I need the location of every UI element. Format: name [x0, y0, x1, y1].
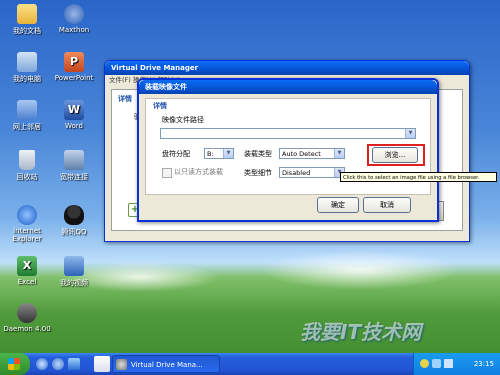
- drive-letter-value: B:: [207, 150, 214, 158]
- desktop-icon-my-videos[interactable]: 我的视频: [47, 256, 101, 288]
- quicklaunch-maxthon-icon[interactable]: [52, 358, 64, 370]
- mount-type-label: 装载类型: [244, 150, 272, 158]
- type-detail-label: 类型细节: [244, 169, 272, 177]
- desktop-icon-qq[interactable]: 腾讯QQ: [47, 205, 101, 237]
- excel-icon: X: [17, 256, 37, 276]
- show-desktop-icon[interactable]: [94, 356, 110, 372]
- quicklaunch-desktop-icon[interactable]: [68, 358, 80, 370]
- icon-label: 回收站: [16, 173, 38, 181]
- desktop-icon-recycle-bin[interactable]: 回收站: [0, 150, 54, 182]
- image-path-label: 映像文件路径: [162, 116, 204, 124]
- desktop-icon-word[interactable]: W Word: [47, 100, 101, 130]
- drive-assign-label: 盘符分配: [162, 150, 190, 158]
- drive-letter-combo[interactable]: B: ▼: [204, 148, 234, 159]
- qq-penguin-icon: [64, 205, 84, 225]
- video-icon: [64, 256, 84, 276]
- start-button[interactable]: [0, 353, 30, 375]
- icon-label: 我的视频: [60, 279, 88, 287]
- desktop-icon-my-documents[interactable]: 我的文档: [0, 4, 54, 36]
- chevron-down-icon[interactable]: ▼: [405, 129, 415, 138]
- icon-label: 我的文档: [13, 27, 41, 35]
- chevron-down-icon[interactable]: ▼: [334, 149, 344, 158]
- daemon-tools-icon: [17, 303, 37, 323]
- tray-icon[interactable]: [420, 359, 429, 368]
- maxthon-icon: [64, 4, 84, 24]
- task-label: Virtual Drive Mana...: [131, 361, 203, 369]
- chevron-down-icon[interactable]: ▼: [223, 149, 233, 158]
- image-path-combo[interactable]: ▼: [160, 128, 416, 139]
- type-detail-value: Disabled: [282, 169, 311, 177]
- folder-icon: [17, 4, 37, 24]
- network-icon: [17, 100, 37, 120]
- recycle-bin-icon: [19, 150, 35, 170]
- desktop-icon-powerpoint[interactable]: P PowerPoint: [47, 52, 101, 82]
- icon-label: PowerPoint: [54, 74, 94, 82]
- powerpoint-icon: P: [64, 52, 84, 72]
- broadband-connection-icon: [64, 150, 84, 170]
- word-icon: W: [64, 100, 84, 120]
- browse-button[interactable]: 浏览...: [372, 147, 418, 163]
- dialog-title: 装载映像文件: [145, 83, 187, 91]
- icon-label: 腾讯QQ: [61, 228, 87, 236]
- icon-label: Daemon 4.00: [3, 325, 51, 333]
- quicklaunch-browser-icon[interactable]: [36, 358, 48, 370]
- browse-tooltip: Click this to select an image file using…: [340, 172, 497, 182]
- details-label: 详情: [153, 102, 167, 110]
- internet-explorer-icon: [17, 205, 37, 225]
- window-title: Virtual Drive Manager: [111, 64, 199, 72]
- icon-label: Internet Explorer: [12, 227, 42, 243]
- system-tray: 23:15: [413, 353, 500, 375]
- watermark: 我要IT技术网: [300, 320, 422, 344]
- icon-label: Maxthon: [58, 26, 90, 34]
- desktop-icon-my-computer[interactable]: 我的电脑: [0, 52, 54, 84]
- desktop-icon-ie[interactable]: Internet Explorer: [0, 205, 54, 243]
- mount-type-value: Auto Detect: [282, 150, 321, 158]
- windows-logo-icon: [8, 358, 20, 370]
- desktop-icon-maxthon[interactable]: Maxthon: [47, 4, 101, 34]
- taskbar-task-virtual-drive[interactable]: Virtual Drive Mana...: [112, 355, 220, 373]
- icon-label: 宽带连接: [60, 173, 88, 181]
- window-titlebar[interactable]: Virtual Drive Manager: [105, 61, 469, 75]
- volume-tray-icon[interactable]: [444, 359, 453, 368]
- taskbar: Virtual Drive Mana... 23:15: [0, 353, 500, 375]
- ok-button[interactable]: 确定: [317, 197, 359, 213]
- mount-image-dialog: 装载映像文件 详情 映像文件路径 ▼ 盘符分配 B: ▼ 装载类型 Auto D…: [137, 78, 439, 222]
- readonly-label: 以只读方式装载: [174, 168, 223, 176]
- desktop-icon-daemon[interactable]: Daemon 4.00: [0, 303, 54, 333]
- icon-label: Excel: [17, 278, 37, 286]
- icon-label: 我的电脑: [13, 75, 41, 83]
- desktop-icon-network[interactable]: 网上邻居: [0, 100, 54, 132]
- cancel-button[interactable]: 取消: [363, 197, 411, 213]
- desktop-icon-broadband[interactable]: 宽带连接: [47, 150, 101, 182]
- computer-icon: [17, 52, 37, 72]
- desktop-icon-excel[interactable]: X Excel: [0, 256, 54, 286]
- mount-type-combo[interactable]: Auto Detect ▼: [279, 148, 345, 159]
- clock[interactable]: 23:15: [474, 353, 494, 375]
- app-icon: [116, 359, 127, 370]
- dialog-titlebar[interactable]: 装载映像文件: [139, 80, 437, 94]
- icon-label: 网上邻居: [13, 123, 41, 131]
- group-label: 详情: [118, 95, 132, 103]
- readonly-checkbox[interactable]: [162, 168, 172, 178]
- type-detail-combo[interactable]: Disabled ▼: [279, 167, 345, 178]
- wallpaper-cloud: [260, 250, 460, 290]
- icon-label: Word: [65, 122, 83, 130]
- network-tray-icon[interactable]: [432, 359, 441, 368]
